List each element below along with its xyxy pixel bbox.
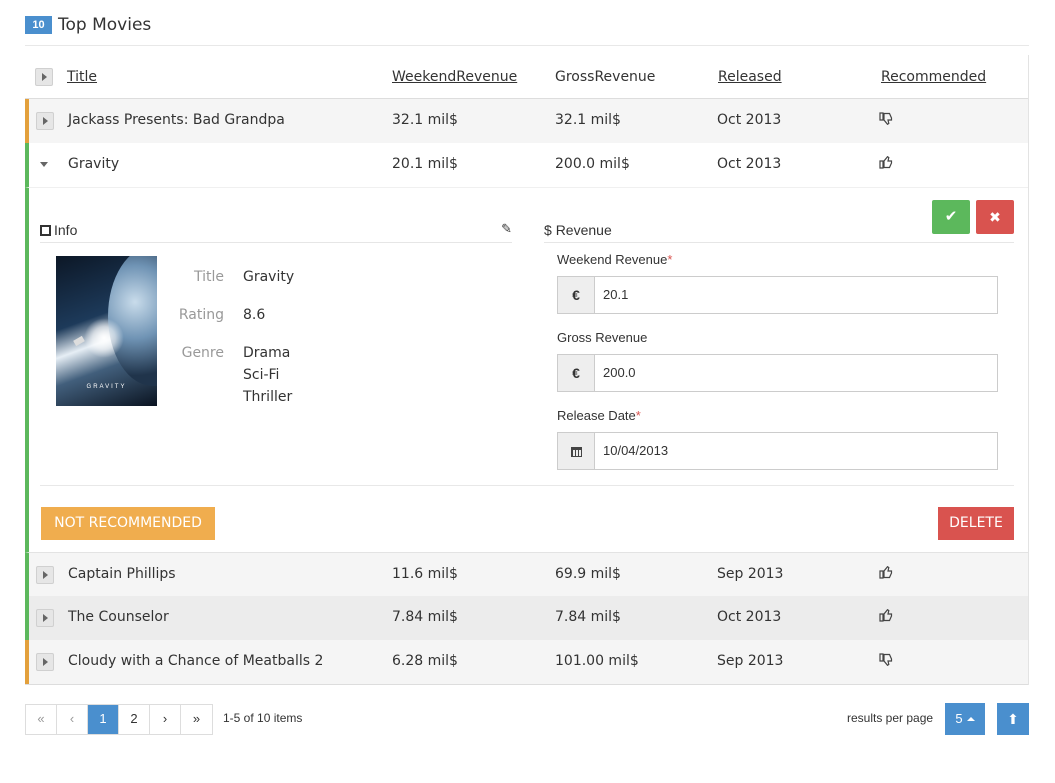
release-date: Sep 2013 — [717, 653, 784, 669]
row-expand-toggle[interactable] — [36, 653, 54, 671]
genre-value: Sci-Fi — [243, 367, 280, 383]
gross-revenue: 7.84 mil$ — [555, 609, 621, 625]
movie-title: Jackass Presents: Bad Grandpa — [68, 112, 285, 128]
row-expand-toggle[interactable] — [36, 112, 54, 130]
weekend-revenue: 6.28 mil$ — [392, 653, 458, 669]
last-page-button[interactable]: » — [181, 705, 212, 734]
release-date-input[interactable] — [603, 443, 983, 458]
first-page-button[interactable]: « — [26, 705, 57, 734]
table-row[interactable]: Cloudy with a Chance of Meatballs 2 6.28… — [25, 640, 1028, 684]
delete-button[interactable]: DELETE — [938, 507, 1014, 540]
gross-revenue: 32.1 mil$ — [555, 112, 621, 128]
gross-revenue: 200.0 mil$ — [555, 156, 630, 172]
column-header-title[interactable]: Title — [67, 69, 97, 85]
pager-info: 1-5 of 10 items — [223, 711, 303, 725]
thumbs-up-icon — [879, 565, 893, 583]
movie-title: Gravity — [68, 156, 120, 172]
release-date-label: Release Date* — [557, 408, 641, 423]
weekend-revenue-field[interactable]: € — [557, 276, 998, 314]
scroll-top-button[interactable]: ⬆ — [997, 703, 1029, 735]
thumbs-down-icon — [879, 112, 893, 129]
table-row[interactable]: Captain Phillips 11.6 mil$ 69.9 mil$ Sep… — [25, 552, 1028, 596]
thumbs-up-icon — [879, 608, 893, 626]
grid-header: Title WeekendRevenue GrossRevenue Releas… — [25, 55, 1028, 99]
page-2-button[interactable]: 2 — [119, 705, 150, 734]
revenue-title: $ Revenue — [544, 222, 612, 238]
film-icon — [40, 225, 51, 236]
rating-label: Rating — [178, 307, 224, 323]
release-date-field[interactable] — [557, 432, 998, 470]
column-header-gross-revenue: GrossRevenue — [555, 69, 656, 85]
prev-page-button[interactable]: ‹ — [57, 705, 88, 734]
thumbs-down-icon — [879, 653, 893, 670]
title-label: Title — [193, 269, 224, 285]
pencil-icon[interactable]: ✎ — [501, 221, 512, 237]
column-header-weekend-revenue[interactable]: WeekendRevenue — [392, 69, 517, 85]
release-date: Oct 2013 — [717, 156, 782, 172]
info-title: Info — [40, 222, 77, 238]
not-recommended-button[interactable]: NOT RECOMMENDED — [41, 507, 215, 540]
thumbs-up-icon — [879, 155, 893, 173]
movie-poster: GRAVITY — [56, 256, 157, 406]
results-per-page-label: results per page — [847, 711, 934, 725]
arrow-up-icon: ⬆ — [1007, 711, 1019, 727]
genre-value: Thriller — [243, 389, 293, 405]
table-row[interactable]: Jackass Presents: Bad Grandpa 32.1 mil$ … — [25, 99, 1028, 143]
dollar-icon: $ — [544, 222, 552, 238]
euro-icon: € — [558, 277, 595, 313]
gross-revenue: 101.00 mil$ — [555, 653, 639, 669]
genre-label: Genre — [181, 345, 224, 361]
table-row-expanded[interactable]: Gravity 20.1 mil$ 200.0 mil$ Oct 2013 — [25, 143, 1028, 187]
grid-bottom-border — [25, 684, 1028, 685]
column-header-recommended[interactable]: Recommended — [881, 69, 986, 85]
weekend-revenue-label: Weekend Revenue* — [557, 252, 673, 267]
page-header: 10 Top Movies — [25, 14, 1029, 46]
cancel-button[interactable]: ✖ — [976, 200, 1014, 234]
release-date: Oct 2013 — [717, 609, 782, 625]
weekend-revenue: 11.6 mil$ — [392, 566, 458, 582]
title-value: Gravity — [243, 269, 295, 285]
movie-title: Captain Phillips — [68, 566, 176, 582]
weekend-revenue: 32.1 mil$ — [392, 112, 458, 128]
caret-up-icon — [966, 717, 975, 721]
divider — [40, 485, 1014, 486]
movies-grid: Title WeekendRevenue GrossRevenue Releas… — [25, 55, 1029, 685]
check-icon: ✔ — [944, 208, 958, 225]
close-icon: ✖ — [989, 209, 1001, 225]
calendar-icon[interactable] — [558, 433, 595, 469]
genre-value: Drama — [243, 345, 291, 361]
weekend-revenue: 20.1 mil$ — [392, 156, 458, 172]
page-1-button[interactable]: 1 — [88, 705, 119, 734]
pagination: « ‹ 1 2 › » — [25, 704, 213, 735]
euro-icon: € — [558, 355, 595, 391]
table-row[interactable]: The Counselor 7.84 mil$ 7.84 mil$ Oct 20… — [25, 596, 1028, 640]
save-button[interactable]: ✔ — [932, 200, 970, 234]
rating-value: 8.6 — [243, 307, 266, 323]
gross-revenue-label: Gross Revenue — [557, 330, 648, 345]
gross-revenue-input[interactable] — [603, 365, 983, 380]
weekend-revenue: 7.84 mil$ — [392, 609, 458, 625]
gross-revenue-field[interactable]: € — [557, 354, 998, 392]
movie-count-badge: 10 — [25, 16, 52, 34]
movie-title: The Counselor — [68, 609, 169, 625]
results-per-page-dropdown[interactable]: 5 — [945, 703, 985, 735]
next-page-button[interactable]: › — [150, 705, 181, 734]
release-date: Sep 2013 — [717, 566, 784, 582]
row-expand-toggle[interactable] — [36, 609, 54, 627]
info-section-header: Info ✎ — [40, 219, 512, 243]
movie-detail-panel: Info ✎ GRAVITY Title Gravity Rating 8.6 … — [25, 187, 1028, 552]
row-expand-toggle[interactable] — [36, 566, 54, 584]
release-date: Oct 2013 — [717, 112, 782, 128]
movie-title: Cloudy with a Chance of Meatballs 2 — [68, 653, 324, 669]
row-collapse-toggle[interactable] — [36, 156, 54, 174]
weekend-revenue-input[interactable] — [603, 287, 983, 302]
column-header-released[interactable]: Released — [718, 69, 782, 85]
expand-all-toggle[interactable] — [35, 68, 53, 86]
page-title: Top Movies — [58, 15, 152, 35]
gross-revenue: 69.9 mil$ — [555, 566, 621, 582]
